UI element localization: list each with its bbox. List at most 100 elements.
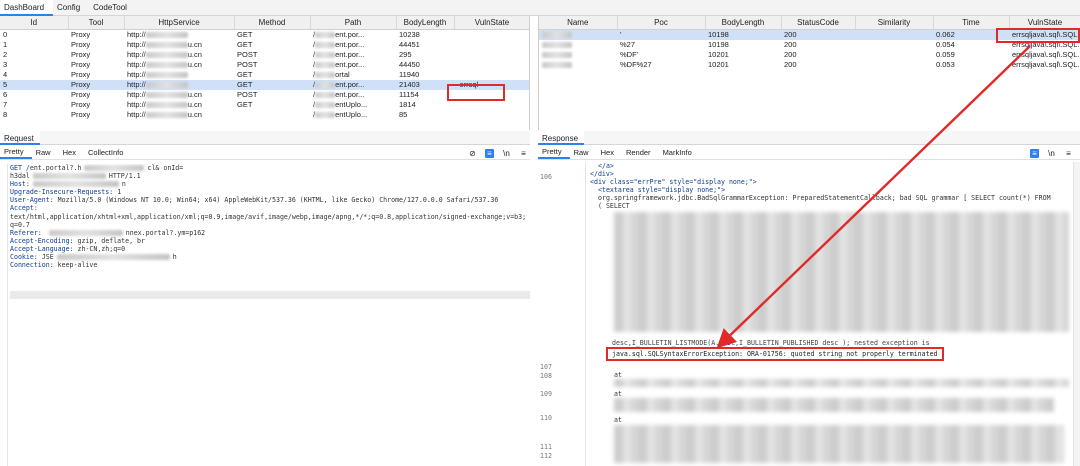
col-vulnstate[interactable]: VulnState: [454, 16, 529, 30]
cell-name: [539, 60, 617, 70]
table-row[interactable]: 0 Proxy http://GET / ent.por... 10238: [0, 29, 529, 40]
cell-tool: Proxy: [71, 59, 91, 69]
cell-bodylength: 85: [399, 109, 408, 119]
col-method[interactable]: Method: [234, 16, 311, 30]
cell-method: GET: [234, 79, 310, 90]
request-line: Accept-Encoding: gzip, deflate, br: [10, 236, 145, 245]
resp-tab-markinfo[interactable]: MarkInfo: [659, 148, 700, 157]
table-row[interactable]: 7 Proxy http://u.cn GET / entUplo... 1814: [0, 100, 529, 110]
cell-tool: Proxy: [71, 89, 91, 99]
vulnstate-highlight-left: [447, 84, 505, 101]
newline-icon[interactable]: \n: [1047, 149, 1056, 158]
col-statuscode[interactable]: StatusCode: [781, 16, 856, 30]
request-line: Connection: keep-alive: [10, 261, 98, 270]
table-row[interactable]: %DF%27 10201 200 0.053 errsqljava\.sql\.SQL.…: [539, 60, 1080, 70]
cell-vulnstate: [454, 29, 529, 40]
request-line: text/html,application/xhtml+xml,applicat…: [10, 212, 527, 221]
tab-codetool[interactable]: CodeTool: [89, 0, 136, 16]
col-id[interactable]: Id: [0, 16, 69, 30]
top-tab-bar: DashBoard Config CodeTool: [0, 0, 1080, 16]
cell-name: [539, 29, 617, 40]
cell-tool: Proxy: [68, 79, 124, 90]
sql-error-highlight: [606, 347, 944, 361]
resp-tab-render[interactable]: Render: [622, 148, 659, 157]
col-bodylength[interactable]: BodyLength: [396, 16, 455, 30]
code-error-line-3: desc,I_BULLETIN_LISTMODE(A.desc,I_BULLET…: [612, 339, 930, 347]
redacted-block: [614, 398, 1054, 412]
cell-id: 2: [3, 49, 8, 59]
req-tab-raw[interactable]: Raw: [32, 148, 59, 157]
wrap-icon[interactable]: ≡: [1030, 149, 1039, 158]
col-similarity[interactable]: Similarity: [855, 16, 934, 30]
col-name[interactable]: Name: [539, 16, 618, 30]
code-close-a: </a>: [598, 162, 614, 170]
request-editor[interactable]: GET /ent.portal?.h cl& onId= h3dal HTTP/1.1…: [10, 164, 530, 466]
cell-httpservice: http://: [124, 79, 234, 90]
cell-bodylength: 10198: [708, 39, 729, 49]
tab-dashboard[interactable]: DashBoard: [0, 0, 54, 16]
request-toolbar: ⊘ ≡ \n ≡: [468, 149, 528, 158]
tab-config[interactable]: Config: [53, 0, 89, 16]
col-path[interactable]: Path: [310, 16, 397, 30]
response-scrollbar[interactable]: [1073, 162, 1080, 466]
col-poc[interactable]: Poc: [617, 16, 706, 30]
resp-tab-hex[interactable]: Hex: [597, 148, 622, 157]
table-row[interactable]: 8 Proxy http://u.cn / entUplo... 85: [0, 109, 529, 120]
request-line: h3dal HTTP/1.1: [10, 172, 141, 181]
table-row[interactable]: 3 Proxy http://u.cn POST / ent.por... 44450: [0, 59, 529, 70]
req-tab-collectinfo[interactable]: CollectInfo: [84, 148, 131, 157]
table-row[interactable]: 4 Proxy http://GET / ortal 11940: [0, 69, 529, 80]
cell-method: GET: [237, 69, 253, 79]
stack-at: at: [614, 371, 622, 379]
line-number: 109: [540, 390, 552, 398]
cell-vulnstate: [454, 100, 529, 110]
request-line: GET /ent.portal?.h cl& onId=: [10, 164, 184, 172]
eye-off-icon[interactable]: ⊘: [468, 149, 477, 158]
cell-similarity: [855, 50, 933, 60]
cell-tool: Proxy: [71, 109, 91, 119]
cell-path: / ent.por...: [313, 59, 365, 69]
table-row[interactable]: %DF' 10201 200 0.059 errsqljava\.sql\.SQL...: [539, 50, 1080, 60]
cell-statuscode: 200: [784, 59, 797, 69]
cell-similarity: [855, 40, 933, 50]
table-row[interactable]: 1 Proxy http://u.cn GET / ent.por... 44451: [0, 39, 529, 50]
request-panel-header: Request: [0, 131, 530, 145]
col-httpservice[interactable]: HttpService: [124, 16, 235, 30]
cell-vulnstate: [454, 110, 529, 120]
resp-tab-raw[interactable]: Raw: [570, 148, 597, 157]
cell-httpservice: http://: [124, 70, 234, 80]
cell-httpservice: http://u.cn: [127, 109, 202, 119]
cell-method: GET: [237, 39, 253, 49]
request-line: Accept:: [10, 204, 38, 213]
cell-poc: %DF': [620, 49, 639, 59]
cell-path: / ent.por...: [313, 29, 365, 39]
request-line: q=0.7: [10, 220, 30, 229]
menu-icon[interactable]: ≡: [519, 149, 528, 158]
cell-id: 4: [3, 69, 8, 79]
col-tool[interactable]: Tool: [68, 16, 125, 30]
cell-tool: Proxy: [71, 49, 91, 59]
newline-icon[interactable]: \n: [502, 149, 511, 158]
response-title[interactable]: Response: [538, 131, 585, 145]
cell-httpservice: http://: [124, 29, 234, 40]
request-title[interactable]: Request: [0, 131, 40, 145]
resp-tab-pretty[interactable]: Pretty: [538, 146, 570, 159]
cell-similarity: [855, 60, 933, 70]
table-row[interactable]: 2 Proxy http://u.cn POST / ent.por... 295: [0, 49, 529, 60]
req-tab-hex[interactable]: Hex: [59, 148, 84, 157]
col-bodylength[interactable]: BodyLength: [705, 16, 782, 30]
stack-at: at: [614, 416, 622, 424]
history-table: Id Tool HttpService Method Path BodyLeng…: [0, 16, 530, 130]
req-tab-pretty[interactable]: Pretty: [0, 146, 32, 159]
cell-poc: ': [617, 29, 705, 40]
request-line: Upgrade-Insecure-Requests: 1: [10, 188, 122, 197]
code-error-line-1: org.springframework.jdbc.BadSqlGrammarEx…: [598, 194, 1051, 203]
request-gutter: [0, 164, 8, 466]
vulnstate-highlight-right: [996, 28, 1080, 43]
cell-tool: Proxy: [71, 69, 91, 79]
menu-icon[interactable]: ≡: [1064, 149, 1073, 158]
cell-bodylength: 11940: [399, 69, 420, 79]
cell-vulnstate: errsqljava\.sql\.SQL...: [1012, 59, 1080, 69]
wrap-icon[interactable]: ≡: [485, 149, 494, 158]
cell-bodylength: 11154: [399, 89, 419, 99]
